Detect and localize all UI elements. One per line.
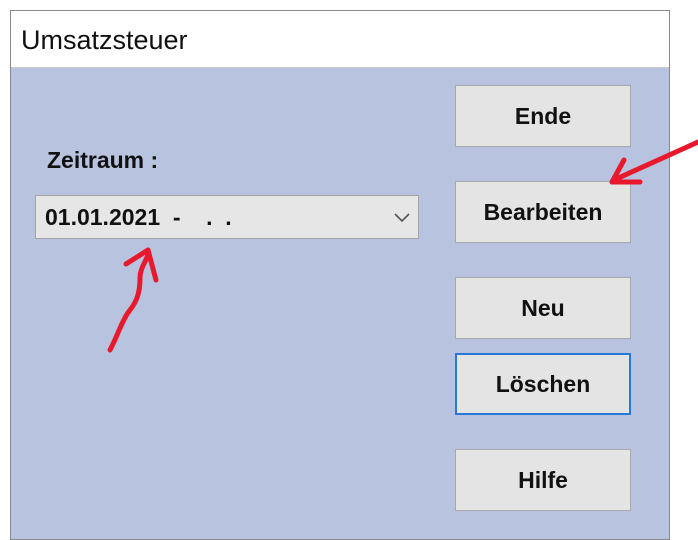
title-bar: Umsatzsteuer [11,11,669,68]
period-label: Zeitraum : [47,147,159,173]
help-button[interactable]: Hilfe [455,449,631,511]
window-title: Umsatzsteuer [21,25,188,55]
umsatzsteuer-window: Umsatzsteuer Zeitraum : 01.01.2021 - . .… [10,10,670,540]
period-value: 01.01.2021 - . . [45,204,232,230]
chevron-down-icon[interactable] [392,209,412,225]
period-dropdown[interactable]: 01.01.2021 - . . [35,195,419,239]
edit-button[interactable]: Bearbeiten [455,181,631,243]
end-button[interactable]: Ende [455,85,631,147]
delete-button[interactable]: Löschen [455,353,631,415]
new-button[interactable]: Neu [455,277,631,339]
